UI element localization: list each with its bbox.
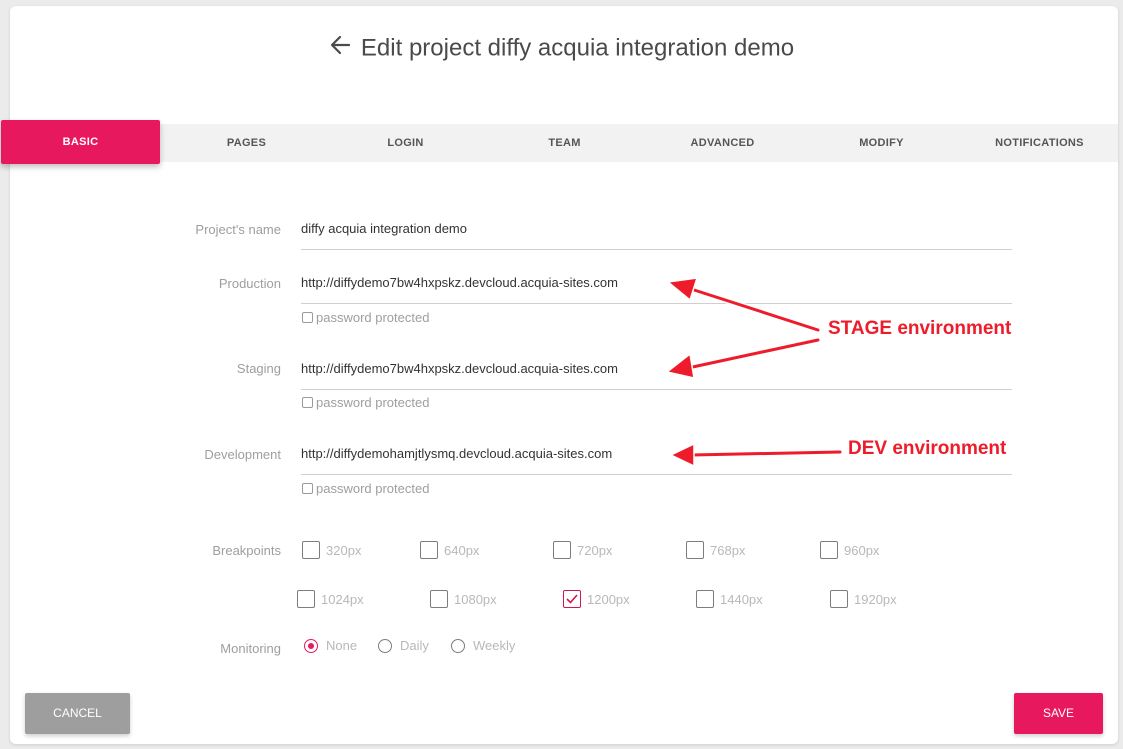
checkbox-icon[interactable] [302, 397, 313, 408]
breakpoint-768[interactable]: 768px [686, 541, 745, 559]
radio-icon[interactable] [451, 638, 465, 653]
save-button[interactable]: SAVE [1014, 693, 1103, 734]
checkbox-icon[interactable] [420, 541, 438, 559]
tab-advanced[interactable]: ADVANCED [643, 124, 802, 162]
project-name-input[interactable]: diffy acquia integration demo [301, 221, 1012, 250]
production-url-input[interactable]: http://diffydemo7bw4hxpskz.devcloud.acqu… [301, 275, 1012, 304]
checkbox-icon[interactable] [302, 312, 313, 323]
checkmark-icon[interactable] [563, 590, 581, 608]
breakpoint-label: 320px [326, 542, 362, 558]
stage-environment-annotation: STAGE environment [828, 318, 1012, 339]
staging-password-checkbox[interactable]: password protected [302, 395, 429, 410]
cancel-button[interactable]: CANCEL [25, 693, 130, 734]
breakpoint-1200[interactable]: 1200px [563, 590, 630, 608]
checkbox-icon[interactable] [696, 590, 714, 608]
development-password-label: password protected [316, 481, 430, 496]
page-title: Edit project diffy acquia integration de… [360, 34, 795, 62]
checkbox-icon[interactable] [297, 590, 315, 608]
breakpoint-label: 1200px [587, 591, 630, 607]
tab-team[interactable]: TEAM [485, 124, 644, 162]
checkbox-icon[interactable] [302, 541, 320, 559]
breakpoint-640[interactable]: 640px [420, 541, 479, 559]
tab-pages[interactable]: PAGES [167, 124, 326, 162]
breakpoint-label: 720px [577, 542, 613, 558]
breakpoint-label: 768px [710, 542, 746, 558]
project-name-label: Project's name [195, 222, 281, 237]
tab-basic[interactable]: BASIC [1, 120, 160, 164]
page-header: Edit project diffy acquia integration de… [0, 34, 1123, 63]
breakpoint-label: 1024px [321, 591, 364, 607]
breakpoint-1024[interactable]: 1024px [297, 590, 364, 608]
dev-environment-annotation: DEV environment [848, 438, 1007, 459]
tab-modify[interactable]: MODIFY [802, 124, 961, 162]
radio-selected-icon[interactable] [304, 638, 318, 653]
breakpoint-1440[interactable]: 1440px [696, 590, 763, 608]
checkbox-icon[interactable] [302, 483, 313, 494]
development-label: Development [204, 447, 281, 462]
radio-label: Weekly [473, 638, 516, 653]
tab-login[interactable]: LOGIN [326, 124, 485, 162]
breakpoint-1080[interactable]: 1080px [430, 590, 497, 608]
breakpoint-720[interactable]: 720px [553, 541, 612, 559]
radio-label: None [326, 638, 358, 653]
breakpoint-label: 640px [444, 542, 480, 558]
checkbox-icon[interactable] [830, 590, 848, 608]
tab-notifications[interactable]: NOTIFICATIONS [961, 124, 1118, 162]
arrow-left-icon[interactable] [329, 34, 351, 63]
development-password-checkbox[interactable]: password protected [302, 481, 429, 496]
radio-icon[interactable] [378, 638, 392, 653]
monitoring-option-weekly[interactable]: Weekly [451, 638, 515, 653]
staging-url-input[interactable]: http://diffydemo7bw4hxpskz.devcloud.acqu… [301, 361, 1012, 390]
breakpoint-320[interactable]: 320px [302, 541, 361, 559]
staging-label: Staging [236, 361, 281, 376]
monitoring-option-none[interactable]: None [304, 638, 357, 653]
breakpoint-label: 1920px [854, 591, 897, 607]
monitoring-label: Monitoring [220, 641, 281, 656]
checkbox-icon[interactable] [686, 541, 704, 559]
staging-password-label: password protected [316, 395, 430, 410]
breakpoint-label: 1080px [454, 591, 497, 607]
radio-label: Daily [400, 638, 429, 653]
monitoring-option-daily[interactable]: Daily [378, 638, 429, 653]
production-label: Production [218, 276, 281, 291]
breakpoint-960[interactable]: 960px [820, 541, 879, 559]
checkbox-icon[interactable] [553, 541, 571, 559]
breakpoints-label: Breakpoints [212, 543, 281, 558]
breakpoint-label: 1440px [720, 591, 763, 607]
breakpoint-1920[interactable]: 1920px [830, 590, 897, 608]
production-password-label: password protected [316, 310, 430, 325]
breakpoint-label: 960px [844, 542, 880, 558]
checkbox-icon[interactable] [430, 590, 448, 608]
checkbox-icon[interactable] [820, 541, 838, 559]
production-password-checkbox[interactable]: password protected [302, 310, 429, 325]
